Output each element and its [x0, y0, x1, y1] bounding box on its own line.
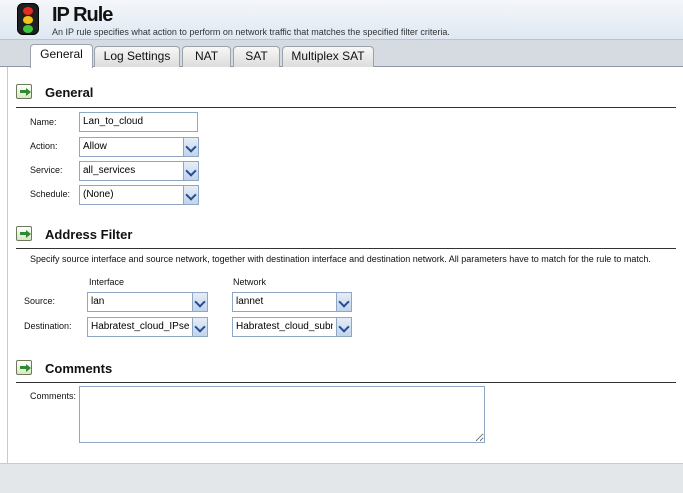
source-network-select[interactable]: lannet [232, 292, 352, 312]
tab-bar: General Log Settings NAT SAT Multiplex S… [0, 40, 683, 68]
schedule-value: (None) [83, 189, 114, 200]
page-subtitle: An IP rule specifies what action to perf… [52, 27, 450, 37]
chevron-down-icon[interactable] [192, 293, 207, 311]
section-arrow-icon [16, 84, 32, 99]
chevron-down-icon[interactable] [192, 318, 207, 336]
schedule-select[interactable]: (None) [79, 185, 199, 205]
chevron-down-icon[interactable] [183, 162, 198, 180]
section-title-comments: Comments [45, 361, 113, 376]
name-label: Name: [30, 117, 57, 127]
network-column-header: Network [233, 277, 267, 287]
name-field[interactable]: Lan_to_cloud [79, 112, 198, 132]
action-label: Action: [30, 141, 58, 151]
chevron-down-icon[interactable] [336, 318, 351, 336]
destination-network-value: Habratest_cloud_subnet [236, 321, 333, 332]
section-arrow-icon [16, 360, 32, 375]
tab-sat[interactable]: SAT [233, 46, 280, 67]
tab-general[interactable]: General [30, 44, 93, 68]
tab-nat[interactable]: NAT [182, 46, 231, 67]
interface-column-header: Interface [89, 277, 125, 287]
section-divider [16, 382, 676, 383]
section-divider [16, 107, 676, 108]
page-header: IP Rule An IP rule specifies what action… [0, 0, 683, 40]
chevron-down-icon[interactable] [183, 138, 198, 156]
section-divider [16, 248, 676, 249]
section-arrow-icon [16, 226, 32, 241]
chevron-down-icon[interactable] [336, 293, 351, 311]
destination-interface-value: Habratest_cloud_IPsec [91, 321, 189, 332]
source-network-value: lannet [236, 296, 264, 307]
destination-interface-select[interactable]: Habratest_cloud_IPsec [87, 317, 208, 337]
chevron-down-icon[interactable] [183, 186, 198, 204]
source-interface-value: lan [91, 296, 105, 307]
service-label: Service: [30, 165, 63, 175]
action-value: Allow [83, 141, 107, 152]
source-label: Source: [24, 296, 56, 306]
page-title: IP Rule [52, 4, 113, 26]
schedule-label: Schedule: [30, 189, 71, 199]
traffic-light-icon [17, 3, 39, 35]
destination-label: Destination: [24, 321, 72, 331]
tab-log-settings[interactable]: Log Settings [94, 46, 180, 67]
action-select[interactable]: Allow [79, 137, 199, 157]
page-footer [0, 463, 683, 493]
service-value: all_services [83, 165, 136, 176]
destination-network-select[interactable]: Habratest_cloud_subnet [232, 317, 352, 337]
source-interface-select[interactable]: lan [87, 292, 208, 312]
comments-label: Comments: [30, 391, 77, 401]
section-title-general: General [45, 85, 94, 100]
comments-textarea[interactable] [79, 386, 485, 443]
section-title-address-filter: Address Filter [45, 227, 133, 242]
address-filter-description: Specify source interface and source netw… [30, 254, 651, 264]
service-select[interactable]: all_services [79, 161, 199, 181]
tab-multiplex-sat[interactable]: Multiplex SAT [282, 46, 374, 67]
